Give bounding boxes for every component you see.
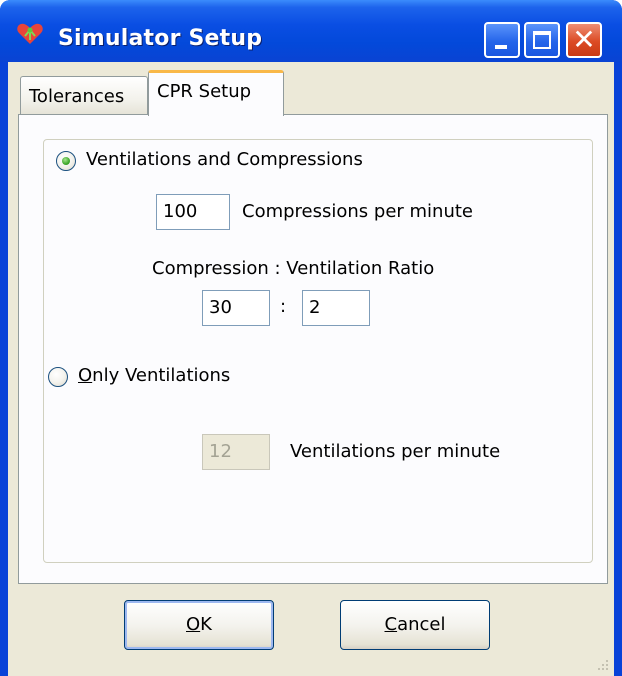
ratio-separator: : [280,296,287,317]
ok-button[interactable]: OK [124,600,274,650]
ok-mnemonic: O [186,614,201,635]
cancel-label-rest: ancel [397,614,446,635]
tab-cpr-setup-label: CPR Setup [157,81,252,102]
radio-ventilations-and-compressions[interactable] [56,151,76,171]
compression-ratio-input[interactable]: 30 [202,290,270,326]
only-ventilations-mnemonic: O [78,365,93,386]
minimize-icon [495,45,507,49]
ventilations-per-minute-input[interactable]: 12 [202,434,270,470]
heart-app-icon [17,23,43,44]
maximize-button[interactable] [524,22,560,58]
cancel-mnemonic: C [384,614,398,635]
radio-only-ventilations[interactable] [48,367,68,387]
ventilations-per-minute-label: Ventilations per minute [290,441,501,462]
tab-tolerances-label: Tolerances [29,86,125,107]
cpr-setup-panel: Ventilations and Compressions 100 Compre… [18,114,608,584]
ok-label-rest: K [200,614,212,635]
ventilations-and-compressions-label[interactable]: Ventilations and Compressions [86,149,363,170]
close-icon: ✕ [572,23,596,56]
only-ventilations-label[interactable]: Only Ventilations [78,365,230,386]
cpr-mode-group: Ventilations and Compressions 100 Compre… [43,139,593,563]
dialog-window: Simulator Setup ✕ Tolerances CPR Setup V… [0,0,622,676]
minimize-button[interactable] [484,22,520,58]
cancel-button[interactable]: Cancel [340,600,490,650]
window-title: Simulator Setup [58,26,263,51]
tab-tolerances[interactable]: Tolerances [20,76,148,114]
maximize-icon [533,31,551,49]
ratio-heading: Compression : Ventilation Ratio [152,258,435,279]
compressions-per-minute-label: Compressions per minute [242,201,474,222]
tab-cpr-setup[interactable]: CPR Setup [148,70,284,118]
radio-selected-dot-icon [62,157,70,165]
dialog-client-area: Tolerances CPR Setup Ventilations and Co… [8,62,614,676]
compressions-per-minute-input[interactable]: 100 [156,194,230,230]
title-bar[interactable]: Simulator Setup ✕ [0,0,622,62]
resize-grip-icon[interactable] [596,658,610,672]
only-ventilations-label-rest: nly Ventilations [92,365,231,386]
close-button[interactable]: ✕ [566,22,602,58]
ventilation-ratio-input[interactable]: 2 [302,290,370,326]
